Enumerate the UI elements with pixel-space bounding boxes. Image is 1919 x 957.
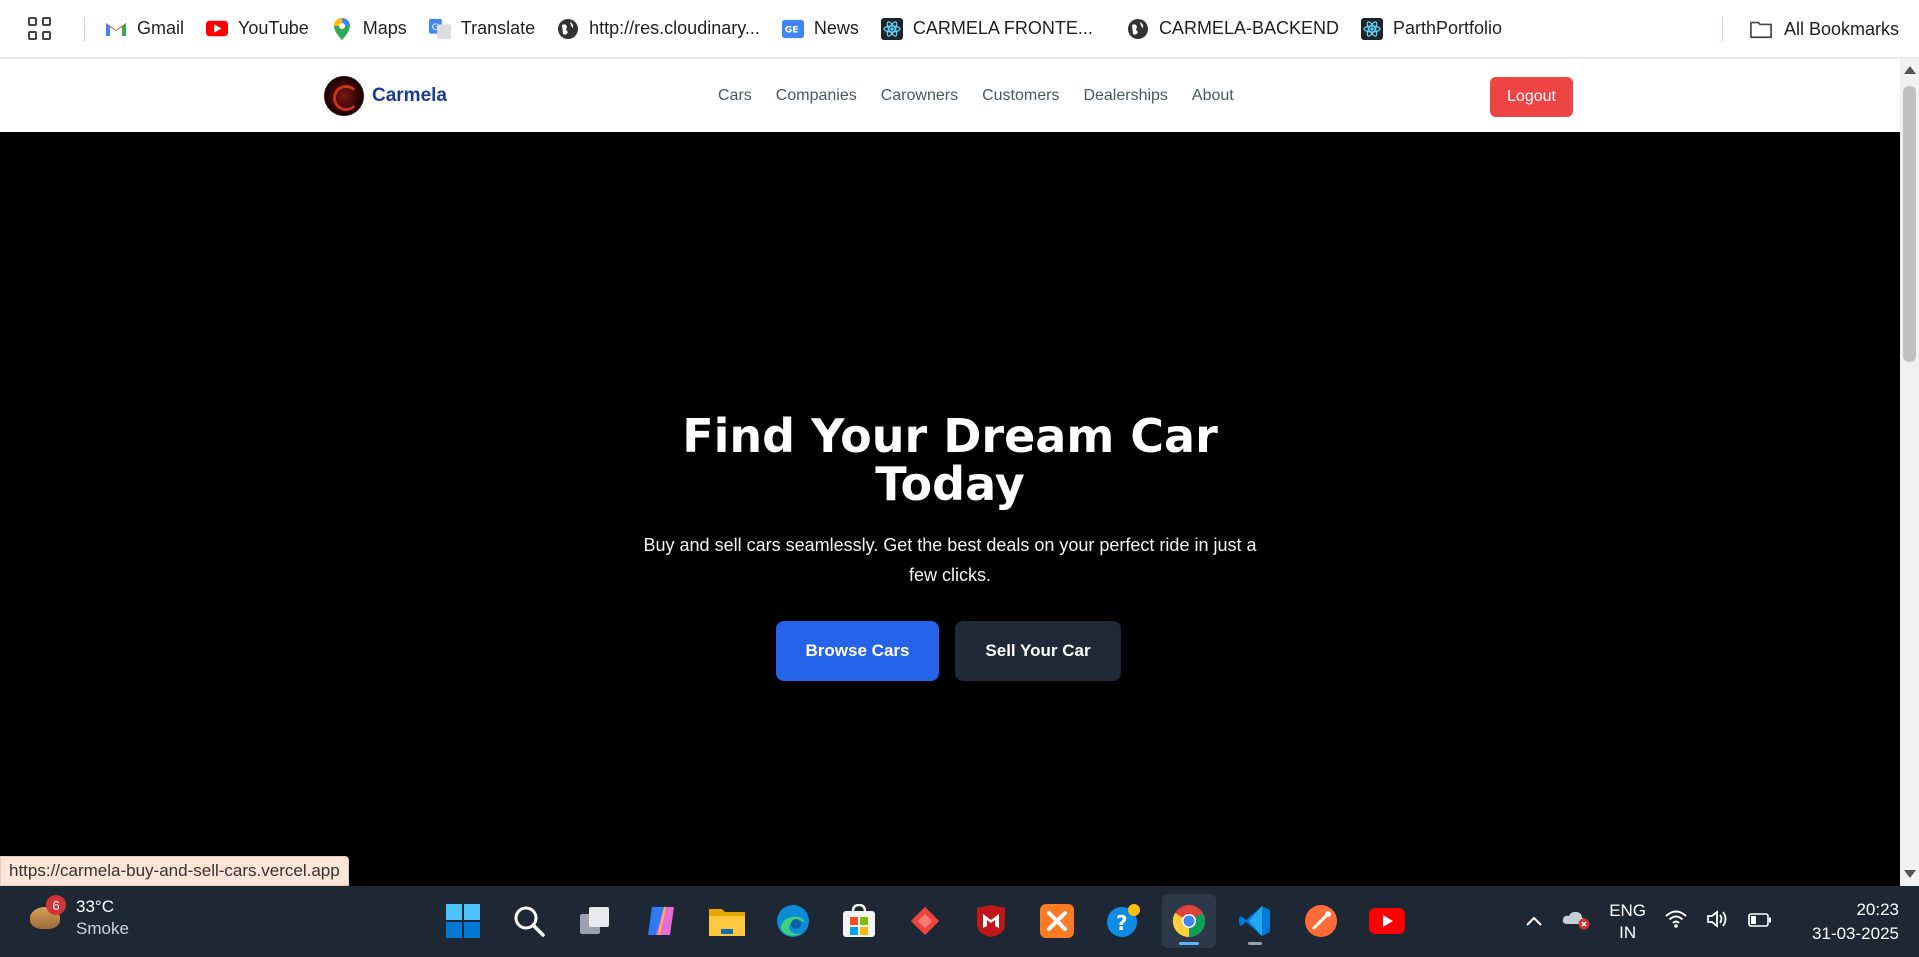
bookmark-youtube[interactable]: YouTube bbox=[206, 18, 309, 40]
brand-name: Carmela bbox=[372, 85, 447, 106]
system-tray: ENG IN 20:23 31-03-2025 bbox=[1525, 886, 1899, 957]
mcafee-icon[interactable] bbox=[964, 894, 1018, 948]
react-icon bbox=[880, 17, 903, 40]
youtube-icon bbox=[206, 18, 229, 40]
brand-link[interactable]: Carmela bbox=[324, 76, 447, 116]
bookmark-label: News bbox=[813, 18, 859, 38]
translate-icon: G bbox=[428, 18, 451, 40]
wifi-icon[interactable] bbox=[1664, 909, 1688, 934]
globe-icon bbox=[1127, 18, 1149, 40]
nav-link-carowners[interactable]: Carowners bbox=[881, 87, 958, 105]
bookmark-news[interactable]: GE News bbox=[781, 18, 859, 40]
nav-links: Cars Companies Carowners Customers Deale… bbox=[718, 59, 1234, 133]
language-indicator[interactable]: ENG IN bbox=[1609, 900, 1646, 944]
xampp-icon[interactable] bbox=[1030, 894, 1084, 948]
sell-your-car-button[interactable]: Sell Your Car bbox=[955, 621, 1121, 681]
scroll-up-arrow-icon[interactable] bbox=[1904, 66, 1916, 74]
language-code: ENG bbox=[1609, 900, 1647, 920]
onedrive-error-icon[interactable] bbox=[1561, 908, 1591, 935]
taskbar-apps: ? bbox=[436, 894, 1414, 948]
all-bookmarks-button[interactable]: All Bookmarks bbox=[1750, 0, 1899, 58]
chrome-icon[interactable] bbox=[1162, 894, 1216, 948]
language-region: IN bbox=[1619, 922, 1637, 942]
task-view-icon[interactable] bbox=[568, 894, 622, 948]
news-icon: GE bbox=[781, 18, 804, 40]
bookmark-cloudinary[interactable]: http://res.cloudinary... bbox=[557, 18, 760, 40]
bookmark-label: http://res.cloudinary... bbox=[589, 18, 760, 38]
youtube-app-icon[interactable] bbox=[1360, 894, 1414, 948]
gmail-icon bbox=[105, 18, 127, 40]
windows-start-icon[interactable] bbox=[436, 894, 490, 948]
anydesk-icon[interactable] bbox=[898, 894, 952, 948]
scroll-down-arrow-icon[interactable] bbox=[1904, 870, 1916, 878]
weather-temperature: 33°C bbox=[76, 897, 114, 916]
bookmark-label: Translate bbox=[460, 18, 536, 38]
all-bookmarks-label: All Bookmarks bbox=[1783, 18, 1899, 39]
help-icon[interactable]: ? bbox=[1096, 894, 1150, 948]
nav-link-cars[interactable]: Cars bbox=[718, 87, 752, 105]
clock[interactable]: 20:23 31-03-2025 bbox=[1812, 898, 1899, 946]
bookmarks-bar: Gmail YouTube Maps G Translate http://re… bbox=[0, 0, 1919, 58]
nav-link-about[interactable]: About bbox=[1192, 87, 1234, 105]
microsoft-store-icon[interactable] bbox=[832, 894, 886, 948]
globe-icon bbox=[557, 18, 579, 40]
bookmark-label: CARMELA FRONTE... bbox=[912, 18, 1093, 38]
bookmark-label: YouTube bbox=[238, 18, 309, 38]
hero-section: Find Your Dream Car Today Buy and sell c… bbox=[0, 132, 1900, 886]
status-bar-url: https://carmela-buy-and-sell-cars.vercel… bbox=[0, 856, 349, 886]
clock-time: 20:23 bbox=[1856, 899, 1899, 919]
nav-link-customers[interactable]: Customers bbox=[982, 87, 1059, 105]
edge-icon[interactable] bbox=[766, 894, 820, 948]
bookmark-label: Gmail bbox=[137, 18, 185, 38]
nav-link-dealerships[interactable]: Dealerships bbox=[1083, 87, 1167, 105]
postman-icon[interactable] bbox=[1294, 894, 1348, 948]
bookmark-gmail[interactable]: Gmail bbox=[105, 18, 184, 40]
folder-icon bbox=[1750, 18, 1772, 40]
svg-text:?: ? bbox=[1116, 911, 1128, 935]
bookmark-parth-portfolio[interactable]: ParthPortfolio bbox=[1360, 17, 1503, 40]
svg-text:GE: GE bbox=[785, 24, 799, 35]
bookmark-maps[interactable]: Maps bbox=[331, 17, 407, 40]
hero-title: Find Your Dream Car Today bbox=[682, 409, 1218, 511]
file-explorer-icon[interactable] bbox=[700, 894, 754, 948]
bookmark-label: ParthPortfolio bbox=[1392, 18, 1503, 38]
brand-logo-icon bbox=[324, 76, 364, 116]
browse-cars-button[interactable]: Browse Cars bbox=[776, 621, 939, 681]
weather-widget[interactable]: 6 33°C Smoke bbox=[26, 895, 129, 940]
copilot-icon[interactable] bbox=[634, 894, 688, 948]
bookmark-label: Maps bbox=[362, 18, 407, 38]
bookmarks-divider bbox=[84, 16, 85, 41]
weather-icon: 6 bbox=[26, 895, 66, 937]
weather-condition: Smoke bbox=[76, 919, 129, 938]
site-navbar: Carmela Cars Companies Carowners Custome… bbox=[0, 58, 1900, 132]
volume-icon[interactable] bbox=[1706, 909, 1730, 934]
maps-icon bbox=[331, 17, 353, 40]
clock-date: 31-03-2025 bbox=[1812, 923, 1899, 943]
apps-grid-icon[interactable] bbox=[28, 16, 52, 41]
battery-icon[interactable] bbox=[1748, 912, 1772, 932]
nav-link-companies[interactable]: Companies bbox=[776, 87, 857, 105]
bookmark-carmela-frontend[interactable]: CARMELA FRONTE... bbox=[880, 17, 1093, 40]
search-icon[interactable] bbox=[502, 894, 556, 948]
page-scrollbar[interactable] bbox=[1900, 58, 1919, 886]
bookmark-translate[interactable]: G Translate bbox=[428, 18, 536, 40]
web-page: Carmela Cars Companies Carowners Custome… bbox=[0, 58, 1900, 886]
bookmark-label: CARMELA-BACKEND bbox=[1158, 18, 1339, 38]
react-icon bbox=[1360, 17, 1383, 40]
bookmarks-divider bbox=[1722, 17, 1723, 41]
show-hidden-icons-chevron-up-icon[interactable] bbox=[1525, 912, 1543, 932]
bookmark-carmela-backend[interactable]: CARMELA-BACKEND bbox=[1127, 18, 1339, 40]
windows-taskbar: 6 33°C Smoke ? ENG IN 20:23 31-03-2025 bbox=[0, 886, 1919, 957]
weather-badge: 6 bbox=[46, 895, 66, 915]
logout-button[interactable]: Logout bbox=[1490, 77, 1573, 117]
vscode-icon[interactable] bbox=[1228, 894, 1282, 948]
scrollbar-thumb[interactable] bbox=[1903, 86, 1916, 362]
svg-text:G: G bbox=[432, 21, 439, 32]
hero-subtitle: Buy and sell cars seamlessly. Get the be… bbox=[643, 535, 1257, 585]
